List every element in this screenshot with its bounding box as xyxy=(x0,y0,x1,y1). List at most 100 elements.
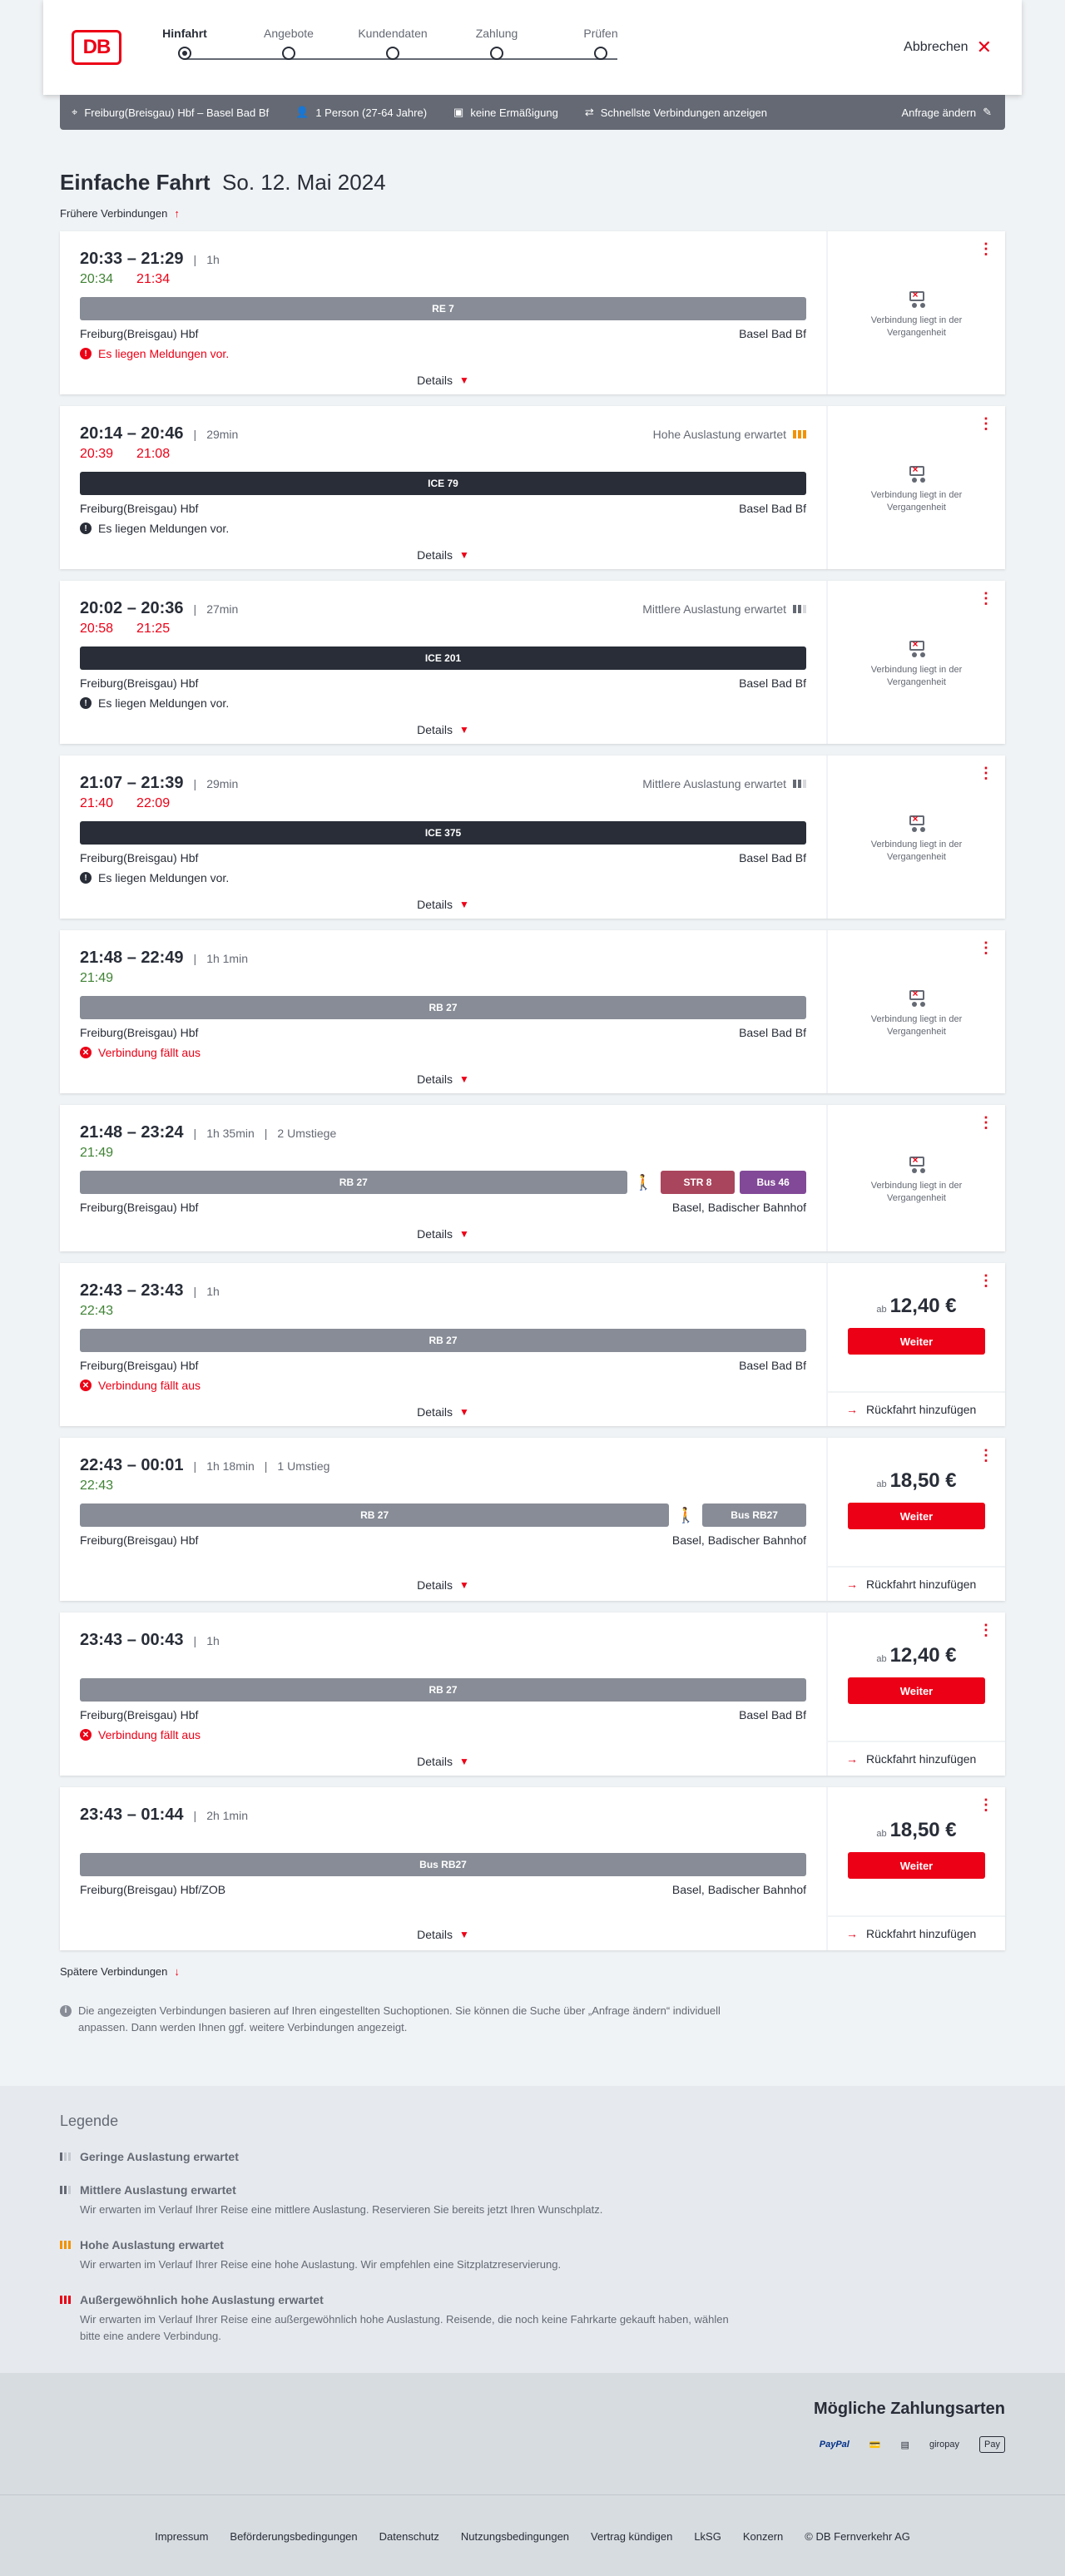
price-prefix: ab xyxy=(876,1305,887,1315)
step-label: Kundendaten xyxy=(358,27,428,40)
details-toggle[interactable]: Details ▼ xyxy=(80,1928,806,1941)
duration: 2h 1min xyxy=(206,1808,248,1822)
price-box: ab 18,50 € xyxy=(828,1787,1005,1842)
add-return-button[interactable]: → Rückfahrt hinzufügen xyxy=(828,1391,1005,1426)
more-options-icon[interactable]: ⋮ xyxy=(978,940,993,955)
details-toggle[interactable]: Details ▼ xyxy=(80,723,806,736)
price-prefix: ab xyxy=(876,1829,887,1839)
details-toggle[interactable]: Details ▼ xyxy=(80,1227,806,1241)
connection-main[interactable]: 23:43 – 01:44 | 2h 1min Bus RB27 Freiburg(Br… xyxy=(60,1787,828,1950)
connection-card[interactable]: 22:43 – 00:01 | 1h 18min | 1 Umstieg 22:43 RB … xyxy=(60,1438,1005,1601)
more-options-icon[interactable]: ⋮ xyxy=(978,416,993,431)
connection-main[interactable]: 20:33 – 21:29 | 1h 20:34 21:34 RE 7 Freiburg(B… xyxy=(60,231,828,394)
transport-segment[interactable]: RB 27 xyxy=(80,1678,806,1702)
more-options-icon[interactable]: ⋮ xyxy=(978,765,993,780)
legend-item-desc: Wir erwarten im Verlauf Ihrer Reise eine… xyxy=(80,2203,603,2216)
departure-station: Freiburg(Breisgau) Hbf xyxy=(80,1201,199,1214)
connection-main[interactable]: 22:43 – 00:01 | 1h 18min | 1 Umstieg 22:43 RB … xyxy=(60,1438,828,1601)
transport-segment[interactable]: ICE 79 xyxy=(80,472,806,495)
details-toggle[interactable]: Details ▼ xyxy=(80,1578,806,1592)
transport-segment[interactable]: RB 27 xyxy=(80,1503,670,1527)
db-logo[interactable]: DB xyxy=(72,30,121,65)
transport-segment[interactable]: RB 27 xyxy=(80,1329,806,1352)
earlier-connections-link[interactable]: Frühere Verbindungen ↑ xyxy=(60,207,1005,220)
transport-segment[interactable]: Bus RB27 xyxy=(80,1853,806,1876)
route-bar: ICE 375 xyxy=(80,821,806,845)
connection-main[interactable]: 20:02 – 20:36 | 27min Mittlere Auslastung e… xyxy=(60,581,828,744)
continue-button[interactable]: Weiter xyxy=(848,1328,985,1355)
more-options-icon[interactable]: ⋮ xyxy=(978,1448,993,1463)
more-options-icon[interactable]: ⋮ xyxy=(978,1115,993,1130)
arrival-station: Basel Bad Bf xyxy=(739,502,806,515)
details-toggle[interactable]: Details ▼ xyxy=(80,898,806,911)
transport-segment[interactable]: ICE 375 xyxy=(80,821,806,845)
planned-time: 21:07 – 21:39 xyxy=(80,774,184,792)
connection-card[interactable]: 21:07 – 21:39 | 29min Mittlere Auslastung e… xyxy=(60,755,1005,919)
offer-panel: ⋮ ab 12,40 € Weiter → Rückfahrt hinzufügen xyxy=(828,1263,1005,1426)
step-dot xyxy=(178,47,191,60)
details-toggle[interactable]: Details ▼ xyxy=(80,548,806,562)
planned-time: 23:43 – 00:43 xyxy=(80,1631,184,1649)
transport-segment[interactable]: RB 27 xyxy=(80,996,806,1019)
connection-main[interactable]: 21:48 – 23:24 | 1h 35min | 2 Umstiege 21:49 RB… xyxy=(60,1105,828,1251)
continue-button[interactable]: Weiter xyxy=(848,1677,985,1704)
status-message: ✕ Verbindung fällt aus xyxy=(80,1728,806,1741)
more-options-icon[interactable]: ⋮ xyxy=(978,1622,993,1637)
add-return-button[interactable]: → Rückfahrt hinzufügen xyxy=(828,1915,1005,1950)
connection-main[interactable]: 20:14 – 20:46 | 29min Hohe Auslastung erwar… xyxy=(60,406,828,569)
connection-times: 21:48 – 22:49 | 1h 1min xyxy=(80,949,806,968)
transport-segment[interactable]: STR 8 xyxy=(660,1171,736,1194)
realtime-times: 20:39 21:08 xyxy=(80,447,806,465)
continue-button[interactable]: Weiter xyxy=(848,1503,985,1529)
add-return-button[interactable]: → Rückfahrt hinzufügen xyxy=(828,1741,1005,1776)
location-pin-icon: ⌖ xyxy=(72,106,78,118)
details-label: Details xyxy=(417,1578,453,1592)
connection-card[interactable]: 21:48 – 22:49 | 1h 1min 21:49 RB 27 Freiburg(… xyxy=(60,930,1005,1093)
change-request-button[interactable]: Anfrage ändern ✎ xyxy=(901,106,992,119)
connection-card[interactable]: 20:02 – 20:36 | 27min Mittlere Auslastung e… xyxy=(60,581,1005,744)
details-toggle[interactable]: Details ▼ xyxy=(80,1073,806,1086)
transport-segment[interactable]: Bus 46 xyxy=(740,1171,806,1194)
legend-item-title: Mittlere Auslastung erwartet xyxy=(80,2183,236,2197)
details-toggle[interactable]: Details ▼ xyxy=(80,1755,806,1768)
planned-time: 23:43 – 01:44 xyxy=(80,1806,184,1824)
connection-card[interactable]: 20:14 – 20:46 | 29min Hohe Auslastung erwar… xyxy=(60,406,1005,569)
legend-item-desc: Wir erwarten im Verlauf Ihrer Reise eine… xyxy=(80,2258,562,2271)
connection-main[interactable]: 23:43 – 00:43 | 1h RB 27 Freiburg(Breisgau) … xyxy=(60,1612,828,1776)
connection-main[interactable]: 21:48 – 22:49 | 1h 1min 21:49 RB 27 Freiburg(… xyxy=(60,930,828,1093)
details-toggle[interactable]: Details ▼ xyxy=(80,374,806,387)
details-label: Details xyxy=(417,723,453,736)
connection-main[interactable]: 21:07 – 21:39 | 29min Mittlere Auslastung e… xyxy=(60,755,828,919)
fastest-text: Schnellste Verbindungen anzeigen xyxy=(600,106,767,119)
realtime-arrival: 21:34 xyxy=(136,272,171,286)
later-connections-link[interactable]: Spätere Verbindungen ↓ xyxy=(60,1965,1005,1978)
more-options-icon[interactable]: ⋮ xyxy=(978,1797,993,1812)
connection-main[interactable]: 22:43 – 23:43 | 1h 22:43 RB 27 Freiburg(Breis… xyxy=(60,1263,828,1426)
more-options-icon[interactable]: ⋮ xyxy=(978,241,993,256)
connection-card[interactable]: 20:33 – 21:29 | 1h 20:34 21:34 RE 7 Freiburg(B… xyxy=(60,231,1005,394)
step-hinfahrt[interactable]: Hinfahrt xyxy=(135,27,235,60)
connection-card[interactable]: 23:43 – 00:43 | 1h RB 27 Freiburg(Breisgau) … xyxy=(60,1612,1005,1776)
transport-segment[interactable]: Bus RB27 xyxy=(702,1503,806,1527)
departure-station: Freiburg(Breisgau) Hbf xyxy=(80,327,199,340)
arrival-station: Basel Bad Bf xyxy=(739,1359,806,1372)
abort-button[interactable]: Abbrechen ✕ xyxy=(904,38,992,57)
add-return-button[interactable]: → Rückfahrt hinzufügen xyxy=(828,1566,1005,1601)
connection-card[interactable]: 23:43 – 01:44 | 2h 1min Bus RB27 Freiburg(Br… xyxy=(60,1787,1005,1950)
status-message: ✕ Verbindung fällt aus xyxy=(80,1379,806,1392)
connection-card[interactable]: 22:43 – 23:43 | 1h 22:43 RB 27 Freiburg(Breis… xyxy=(60,1263,1005,1426)
transport-segment[interactable]: ICE 201 xyxy=(80,646,806,670)
transport-segment[interactable]: RB 27 xyxy=(80,1171,627,1194)
arrival-station: Basel, Badischer Bahnhof xyxy=(671,1201,806,1214)
duration: 29min xyxy=(206,427,239,441)
continue-button[interactable]: Weiter xyxy=(848,1852,985,1879)
past-text: Verbindung liegt in der Vergangenheit xyxy=(870,315,963,338)
realtime-times xyxy=(80,1828,806,1846)
more-options-icon[interactable]: ⋮ xyxy=(978,1273,993,1288)
connection-card[interactable]: 21:48 – 23:24 | 1h 35min | 2 Umstiege 21:49 RB… xyxy=(60,1105,1005,1251)
transport-segment[interactable]: RE 7 xyxy=(80,297,806,320)
separator: | xyxy=(264,1459,268,1473)
more-options-icon[interactable]: ⋮ xyxy=(978,591,993,606)
realtime-departure: 20:39 xyxy=(80,447,114,461)
details-toggle[interactable]: Details ▼ xyxy=(80,1405,806,1419)
